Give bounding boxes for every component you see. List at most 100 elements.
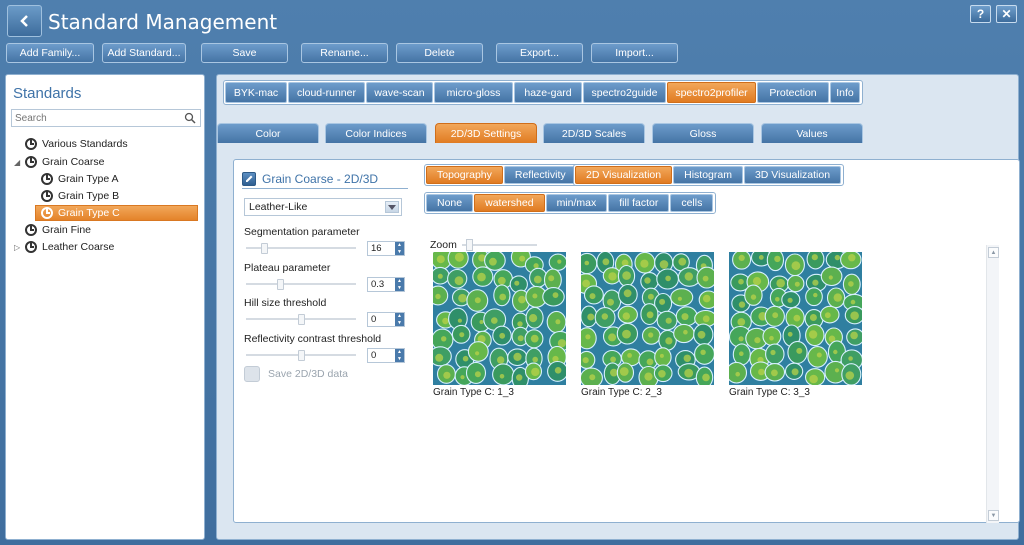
search-icon[interactable] [184, 112, 196, 124]
settings-header: Grain Coarse - 2D/3D [242, 170, 408, 189]
tab-color-indices[interactable]: Color Indices [325, 123, 427, 143]
param-value: 0 [371, 350, 377, 361]
tree-item-grain-fine[interactable]: Grain Fine [14, 222, 91, 238]
tab-wave-scan[interactable]: wave-scan [366, 82, 433, 103]
tab-spectro2profiler[interactable]: spectro2profiler [667, 82, 756, 103]
view-option-histogram[interactable]: Histogram [673, 166, 743, 184]
export-button[interactable]: Export... [496, 43, 583, 63]
stepper-arrows-icon[interactable]: ▲ ▼ [395, 278, 404, 291]
import-button[interactable]: Import... [591, 43, 678, 63]
view-option-3d-visualization[interactable]: 3D Visualization [743, 166, 842, 184]
zoom-slider[interactable] [462, 239, 537, 251]
tab-gloss[interactable]: Gloss [652, 123, 754, 143]
overlay-option-fill-factor[interactable]: fill factor [608, 194, 670, 212]
param-slider-reflectivity-contrast-threshold[interactable] [246, 350, 356, 361]
save-data-option[interactable]: Save 2D/3D data [244, 366, 348, 382]
grain-texture-image[interactable] [433, 252, 566, 385]
slider-thumb[interactable] [298, 314, 305, 325]
image-caption: Grain Type C: 1_3 [433, 387, 514, 398]
tab-micro-gloss[interactable]: micro-gloss [434, 82, 513, 103]
preset-dropdown[interactable]: Leather-Like [244, 198, 402, 216]
expand-arrow-icon[interactable]: ▷ [14, 243, 24, 252]
mode-option-topography[interactable]: Topography [426, 166, 503, 184]
tree-item-grain-type-c[interactable]: Grain Type C [35, 205, 198, 221]
param-slider-hill-size-threshold[interactable] [246, 314, 356, 325]
param-slider-plateau-parameter[interactable] [246, 279, 356, 290]
tree-item-label: Grain Type B [58, 190, 120, 202]
param-slider-segmentation-parameter[interactable] [246, 243, 356, 254]
tab-byk-mac[interactable]: BYK-mac [225, 82, 287, 103]
tab-info[interactable]: Info [830, 82, 860, 103]
zoom-slider-track [462, 244, 537, 246]
tree-item-grain-type-b[interactable]: Grain Type B [40, 188, 119, 204]
add-family-button[interactable]: Add Family... [6, 43, 94, 63]
delete-button[interactable]: Delete [396, 43, 483, 63]
standard-icon [40, 189, 54, 203]
search-box[interactable] [11, 109, 201, 127]
main-panel: BYK-mac cloud-runner wave-scan micro-gloss h… [216, 74, 1020, 540]
tab-values[interactable]: Values [761, 123, 863, 143]
param-input-hill-size-threshold[interactable]: 0 ▲ ▼ [367, 312, 405, 327]
overlay-option-cells[interactable]: cells [670, 194, 714, 212]
back-button[interactable] [7, 5, 42, 37]
tree-item-label: Grain Fine [42, 224, 92, 236]
vertical-scrollbar[interactable]: ▲ ▼ [986, 245, 999, 523]
tree-item-leather-coarse[interactable]: ▷ Leather Coarse [14, 239, 114, 255]
expand-arrow-icon[interactable]: ◢ [14, 158, 24, 167]
grain-texture-image[interactable] [581, 252, 714, 385]
grain-texture-image[interactable] [729, 252, 862, 385]
view-option-2d-visualization[interactable]: 2D Visualization [575, 166, 673, 184]
title-bar: Standard Management ? ✕ [0, 0, 1024, 42]
param-input-segmentation-parameter[interactable]: 16 ▲ ▼ [367, 241, 405, 256]
tab-color[interactable]: Color [217, 123, 319, 143]
standards-panel: Standards Various Standards ◢ Grain Coarse… [5, 74, 205, 540]
tree-item-label: Leather Coarse [42, 241, 115, 253]
zoom-slider-thumb[interactable] [466, 239, 473, 251]
save-data-checkbox[interactable] [244, 366, 260, 382]
tab-spectro2guide[interactable]: spectro2guide [583, 82, 666, 103]
edit-icon[interactable] [242, 172, 256, 186]
slider-thumb[interactable] [261, 243, 268, 254]
slider-thumb[interactable] [298, 350, 305, 361]
param-label-reflectivity-contrast-threshold: Reflectivity contrast threshold [244, 333, 382, 345]
overlay-option-watershed[interactable]: watershed [474, 194, 545, 212]
standard-icon [24, 155, 38, 169]
standards-heading: Standards [13, 85, 82, 102]
settings-content: Grain Coarse - 2D/3D Leather-Like Segmen… [233, 159, 1020, 523]
standard-icon [40, 172, 54, 186]
stepper-arrows-icon[interactable]: ▲ ▼ [395, 349, 404, 362]
mode-option-reflectivity[interactable]: Reflectivity [503, 166, 577, 184]
param-label-plateau-parameter: Plateau parameter [244, 262, 331, 274]
settings-title: Grain Coarse - 2D/3D [262, 172, 379, 186]
tab-protection[interactable]: Protection [757, 82, 829, 103]
tab-haze-gard[interactable]: haze-gard [514, 82, 582, 103]
overlay-option-min-max[interactable]: min/max [545, 194, 608, 212]
stepper-arrows-icon[interactable]: ▲ ▼ [395, 313, 404, 326]
grain-image-card: Grain Type C: 1_3 [433, 252, 566, 398]
device-tab-bar: BYK-mac cloud-runner wave-scan micro-gloss h… [223, 80, 863, 105]
rename-button[interactable]: Rename... [301, 43, 388, 63]
save-data-label: Save 2D/3D data [268, 368, 348, 380]
tree-item-grain-coarse[interactable]: ◢ Grain Coarse [14, 154, 104, 170]
tab-2d-3d-scales[interactable]: 2D/3D Scales [543, 123, 645, 143]
chevron-down-icon[interactable] [385, 201, 399, 213]
tree-item-various-standards[interactable]: Various Standards [14, 136, 128, 152]
param-value: 16 [371, 243, 382, 254]
tab-2d-3d-settings[interactable]: 2D/3D Settings [435, 123, 537, 143]
stepper-arrows-icon[interactable]: ▲ ▼ [395, 242, 404, 255]
scroll-up-icon[interactable]: ▲ [988, 247, 999, 258]
tab-cloud-runner[interactable]: cloud-runner [288, 82, 365, 103]
slider-thumb[interactable] [277, 279, 284, 290]
param-input-reflectivity-contrast-threshold[interactable]: 0 ▲ ▼ [367, 348, 405, 363]
close-button[interactable]: ✕ [996, 5, 1017, 23]
add-standard-button[interactable]: Add Standard... [102, 43, 186, 63]
search-input[interactable] [12, 110, 177, 126]
overlay-option-none[interactable]: None [426, 194, 474, 212]
save-button[interactable]: Save [201, 43, 288, 63]
standard-icon [24, 223, 38, 237]
tree-item-grain-type-a[interactable]: Grain Type A [40, 171, 119, 187]
help-button[interactable]: ? [970, 5, 991, 23]
scroll-down-icon[interactable]: ▼ [988, 510, 999, 521]
image-caption: Grain Type C: 3_3 [729, 387, 810, 398]
param-input-plateau-parameter[interactable]: 0.3 ▲ ▼ [367, 277, 405, 292]
